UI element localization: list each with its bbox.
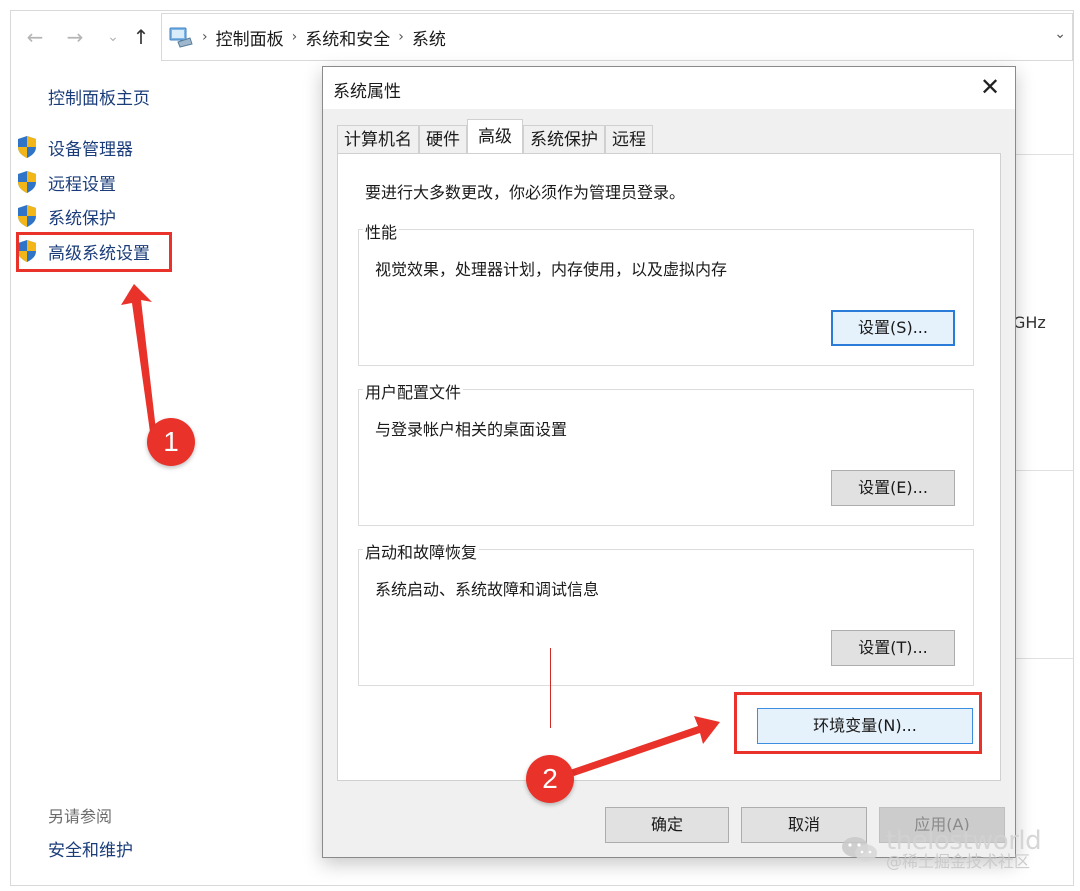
tab-hardware[interactable]: 硬件 — [419, 125, 467, 153]
watermark: thelostworld @稀土掘金技术社区 — [840, 826, 1060, 876]
startup-recovery-group: 启动和故障恢复 系统启动、系统故障和调试信息 设置(T)... — [358, 539, 974, 686]
dialog-title: 系统属性 — [333, 82, 401, 102]
control-panel-home-link[interactable]: 控制面板主页 — [48, 84, 150, 109]
performance-group-desc: 视觉效果，处理器计划，内存使用，以及虚拟内存 — [375, 260, 728, 279]
annotation-marker-2: 2 — [526, 755, 574, 803]
annotation-marker-1: 1 — [147, 418, 195, 466]
address-bar[interactable]: › 控制面板 › 系统和安全 › 系统 ⌄ — [161, 13, 1073, 61]
recent-locations-icon[interactable]: ⌄ — [101, 25, 125, 49]
address-dropdown-icon[interactable]: ⌄ — [1054, 26, 1066, 42]
tab-remote[interactable]: 远程 — [605, 125, 653, 153]
breadcrumb-control-panel[interactable]: 控制面板 — [216, 25, 284, 50]
forward-arrow-icon[interactable]: → — [63, 25, 87, 49]
annotation-line — [550, 648, 551, 728]
divider — [1016, 470, 1074, 471]
control-panel-icon — [168, 26, 194, 48]
tab-advanced[interactable]: 高级 — [467, 119, 523, 153]
user-profiles-settings-button[interactable]: 设置(E)... — [831, 470, 955, 506]
sidebar-item-label: 远程设置 — [48, 174, 116, 195]
back-arrow-icon[interactable]: ← — [23, 25, 47, 49]
page: ← → ⌄ ↑ › 控制面板 › 系统和安全 › 系统 ⌄ 控制面板主页 设备管… — [0, 0, 1080, 891]
annotation-highlight-env — [734, 692, 982, 754]
tab-system-protection[interactable]: 系统保护 — [523, 125, 605, 153]
processor-speed-fragment: GHz — [1013, 313, 1046, 332]
sidebar-item-remote-settings[interactable]: 远程设置 — [16, 168, 116, 196]
sidebar-item-label: 设备管理器 — [48, 139, 133, 160]
user-profiles-group: 用户配置文件 与登录帐户相关的桌面设置 设置(E)... — [358, 379, 974, 526]
breadcrumb-separator-icon: › — [398, 29, 404, 45]
sidebar-item-label: 系统保护 — [48, 208, 116, 229]
security-maintenance-link[interactable]: 安全和维护 — [48, 836, 133, 861]
performance-group: 性能 视觉效果，处理器计划，内存使用，以及虚拟内存 设置(S)... — [358, 219, 974, 366]
tab-strip: 计算机名 硬件 高级 系统保护 远程 — [337, 119, 653, 155]
watermark-subtext: @稀土掘金技术社区 — [886, 852, 1031, 871]
shield-icon — [18, 205, 36, 227]
admin-notice: 要进行大多数更改，你必须作为管理员登录。 — [365, 183, 686, 202]
breadcrumb-separator-icon: › — [202, 29, 208, 45]
startup-recovery-group-label: 启动和故障恢复 — [363, 539, 480, 563]
breadcrumb-system-security[interactable]: 系统和安全 — [305, 25, 390, 50]
divider — [1016, 658, 1074, 659]
performance-group-label: 性能 — [363, 219, 400, 243]
sidebar-item-system-protection[interactable]: 系统保护 — [16, 202, 116, 230]
see-also-heading: 另请参阅 — [48, 807, 113, 826]
dialog-titlebar[interactable]: 系统属性 ✕ — [323, 67, 1015, 109]
breadcrumb-system[interactable]: 系统 — [412, 25, 446, 50]
user-profiles-group-desc: 与登录帐户相关的桌面设置 — [375, 420, 568, 439]
shield-icon — [18, 171, 36, 193]
user-profiles-group-label: 用户配置文件 — [363, 379, 464, 403]
advanced-tab-panel: 要进行大多数更改，你必须作为管理员登录。 性能 视觉效果，处理器计划，内存使用，… — [337, 153, 1001, 781]
sidebar-item-device-manager[interactable]: 设备管理器 — [16, 133, 133, 161]
close-icon[interactable]: ✕ — [975, 71, 1005, 103]
divider — [1016, 154, 1074, 155]
performance-settings-button[interactable]: 设置(S)... — [831, 310, 955, 346]
annotation-highlight-advanced — [16, 232, 172, 272]
wechat-icon — [842, 837, 877, 862]
ok-button[interactable]: 确定 — [605, 807, 729, 843]
tab-computer-name[interactable]: 计算机名 — [337, 125, 419, 153]
breadcrumb-separator-icon: › — [291, 29, 298, 45]
startup-recovery-group-desc: 系统启动、系统故障和调试信息 — [375, 580, 600, 599]
startup-recovery-settings-button[interactable]: 设置(T)... — [831, 630, 955, 666]
up-arrow-icon[interactable]: ↑ — [129, 25, 153, 49]
shield-icon — [18, 136, 36, 158]
